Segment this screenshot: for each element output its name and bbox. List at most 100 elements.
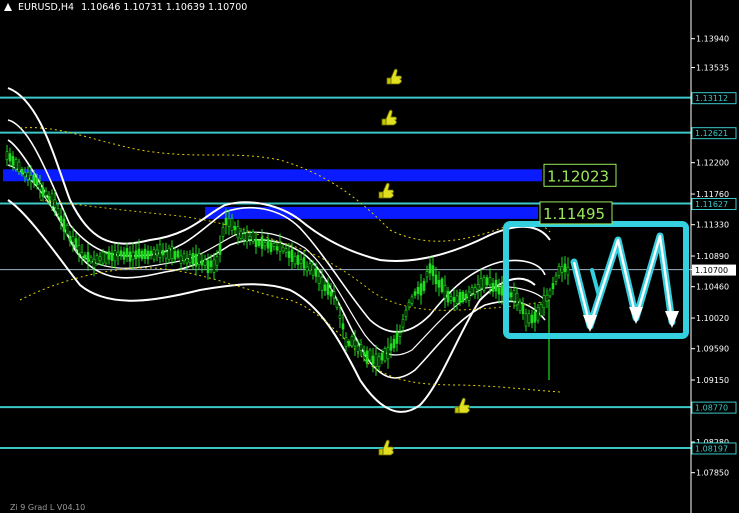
candle-body <box>371 355 375 365</box>
price-chart[interactable]: 1.13940 1.13535 1.12200 1.11760 1.11330 1.108… <box>0 0 739 513</box>
candle-body <box>203 259 207 266</box>
candle-body <box>437 279 441 288</box>
candle-body <box>38 183 42 190</box>
tick-label: 1.13940 <box>696 35 729 44</box>
candle-body <box>167 247 171 260</box>
candle-body <box>239 230 243 240</box>
candle-body <box>482 277 486 291</box>
tick-label: 1.13535 <box>696 64 729 73</box>
candle-body <box>188 254 192 263</box>
candle-body <box>395 331 399 344</box>
candle-body <box>146 250 150 260</box>
candle-body <box>191 253 195 264</box>
candle-body <box>314 268 318 277</box>
candle-body <box>368 349 372 361</box>
candle-body <box>545 294 549 302</box>
indicator-footer: Zi 9 Grad L V04.10 <box>10 503 86 512</box>
candle-body <box>563 263 567 273</box>
candle-body <box>194 253 198 267</box>
candle-body <box>290 249 294 262</box>
candle-body <box>56 208 60 215</box>
symbol-marker-icon <box>4 3 12 11</box>
candle-body <box>353 339 357 347</box>
candle-body <box>179 255 183 264</box>
symbol-label: EURUSD,H4 <box>18 2 75 13</box>
candle-body <box>245 232 249 242</box>
candle-body <box>308 263 312 271</box>
candle-body <box>335 300 339 308</box>
candle-body <box>176 250 180 258</box>
candle-body <box>320 277 324 291</box>
candle-body <box>23 172 27 178</box>
level-label: 1.11627 <box>695 200 728 209</box>
candle-body <box>359 344 363 351</box>
candle-body <box>374 353 378 368</box>
candle-body <box>233 226 237 231</box>
candle-body <box>218 243 222 255</box>
candle-body <box>389 343 393 351</box>
candle-body <box>131 251 135 261</box>
candle-body <box>209 260 213 267</box>
candle-body <box>512 290 516 302</box>
candle-body <box>35 177 39 186</box>
candle-body <box>53 199 57 208</box>
candle-body <box>566 266 570 276</box>
candle-body <box>41 187 45 197</box>
candle-body <box>140 250 144 259</box>
thumbs-up-icon <box>381 109 397 126</box>
candle-body <box>317 275 321 284</box>
candle-body <box>473 287 477 296</box>
candle-body <box>92 258 96 268</box>
candle-body <box>377 356 381 367</box>
candle-body <box>341 323 345 330</box>
candle-body <box>32 174 36 184</box>
candle-body <box>263 242 267 247</box>
candle-body <box>272 243 276 247</box>
level-label: 1.08770 <box>695 404 728 413</box>
candle-body <box>173 251 177 260</box>
thumbs-up-icon <box>454 397 470 414</box>
candle-body <box>80 252 84 257</box>
candle-body <box>17 161 21 173</box>
candle-body <box>227 218 231 227</box>
chart-header: EURUSD,H4 1.10646 1.10731 1.10639 1.1070… <box>18 2 247 13</box>
candle-body <box>62 218 66 232</box>
tick-label: 1.09150 <box>696 376 729 385</box>
candle-body <box>470 287 474 294</box>
candle-body <box>281 246 285 252</box>
candle-body <box>254 239 258 247</box>
candle-body <box>236 226 240 239</box>
candle-body <box>77 245 81 254</box>
candle-body <box>284 248 288 253</box>
candle-body <box>422 280 426 291</box>
candle-body <box>107 251 111 260</box>
candle-body <box>164 251 168 259</box>
candle-body <box>539 304 543 316</box>
candle-body <box>269 242 273 252</box>
candle-body <box>443 285 447 299</box>
candle-body <box>464 293 468 299</box>
candle-body <box>275 246 279 251</box>
candle-body <box>200 260 204 266</box>
candle-body <box>494 279 498 292</box>
ohlc-values: 1.10646 1.10731 1.10639 1.10700 <box>81 2 248 13</box>
candle-body <box>182 253 186 262</box>
candle-body <box>413 291 417 296</box>
candle-body <box>461 291 465 303</box>
candle-body <box>338 314 342 319</box>
candle-body <box>206 260 210 273</box>
chart-window[interactable]: 1.13940 1.13535 1.12200 1.11760 1.11330 1.108… <box>0 0 739 513</box>
tick-label: 1.12200 <box>696 159 729 168</box>
candle-body <box>365 350 369 364</box>
candle-body <box>95 255 99 264</box>
candle-body <box>542 295 546 309</box>
candle-body <box>68 235 72 242</box>
candle-body <box>416 287 420 294</box>
candle-body <box>527 313 531 324</box>
candle-body <box>434 274 438 285</box>
candle-body <box>257 240 261 246</box>
candle-body <box>356 345 360 352</box>
candle-body <box>455 295 459 304</box>
candle-body <box>5 151 9 160</box>
tick-label: 1.10020 <box>696 314 729 323</box>
